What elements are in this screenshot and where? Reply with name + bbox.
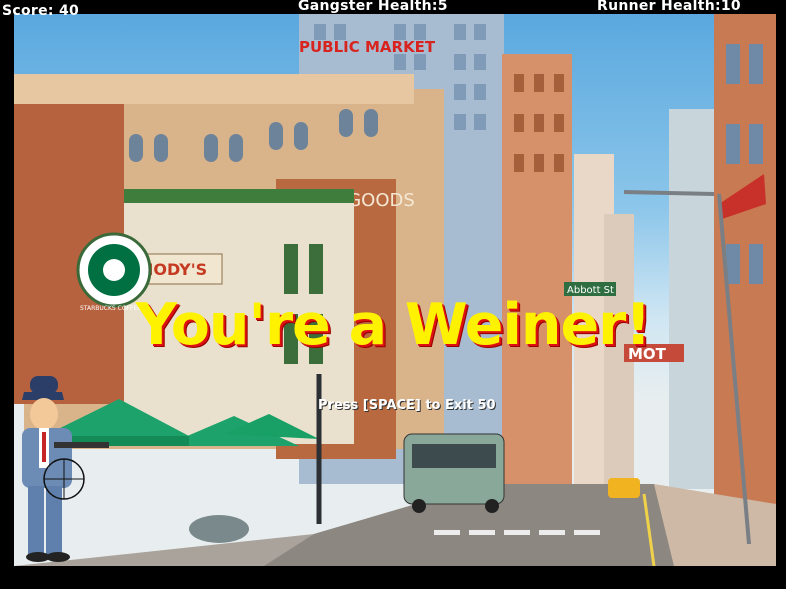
gangster-health-display: Gangster Health:5 [298,0,448,14]
game-canvas[interactable]: PUBLIC MARKET FINE GOODS NODY'S STARBUCK… [0,0,786,589]
result-message: You're a Weiner! [135,292,652,358]
svg-text:PUBLIC MARKET: PUBLIC MARKET [299,38,436,56]
city-street-background: PUBLIC MARKET FINE GOODS NODY'S STARBUCK… [14,14,776,566]
exit-prompt: Press [SPACE] to Exit 50 [318,398,496,413]
runner-health-display: Runner Health:10 [597,0,741,14]
street-illustration: PUBLIC MARKET FINE GOODS NODY'S STARBUCK… [14,14,776,566]
score-display: Score: 40 [2,3,80,19]
